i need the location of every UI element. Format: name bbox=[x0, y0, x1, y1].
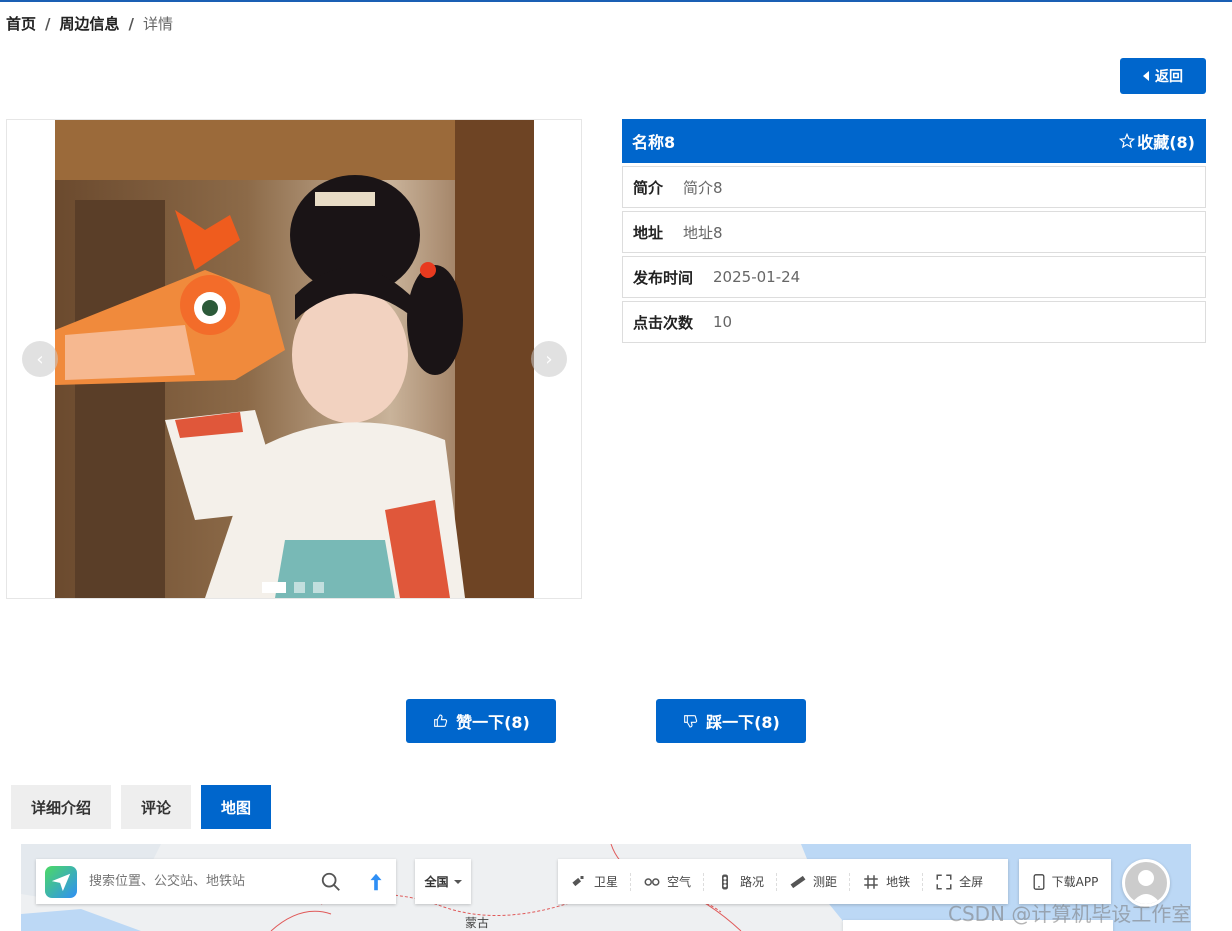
back-button-label: 返回 bbox=[1155, 69, 1183, 85]
thumbs-down-icon bbox=[684, 715, 698, 728]
tab-map[interactable]: 地图 bbox=[201, 785, 272, 829]
carousel-dot-3[interactable] bbox=[313, 582, 324, 593]
detail-header: 名称8 收藏(8) bbox=[622, 119, 1206, 163]
info-row-address: 地址 地址8 bbox=[622, 211, 1206, 253]
carousel-prev-button[interactable]: ‹ bbox=[22, 341, 58, 377]
back-button[interactable]: 返回 bbox=[1120, 58, 1206, 94]
dislike-label: 踩一下(8) bbox=[706, 713, 780, 732]
info-row-label: 简介 bbox=[633, 178, 664, 197]
region-selector[interactable]: 全国 bbox=[415, 859, 471, 904]
detail-title: 名称8 bbox=[632, 133, 676, 152]
tool-traffic[interactable]: 路况 bbox=[714, 872, 778, 891]
route-icon[interactable] bbox=[365, 871, 387, 893]
info-row-click-count: 点击次数 10 bbox=[622, 301, 1206, 343]
image-carousel: ‹ › bbox=[6, 119, 582, 599]
subway-icon bbox=[864, 874, 878, 889]
carousel-indicators bbox=[262, 582, 324, 593]
breadcrumb: 首页 / 周边信息 / 详情 bbox=[6, 13, 173, 34]
info-row-label: 点击次数 bbox=[633, 313, 694, 332]
detail-info-panel: 名称8 收藏(8) 简介 简介8 地址 地址8 发布时间 2025-01-24 … bbox=[622, 119, 1206, 343]
map-search-box bbox=[36, 859, 396, 904]
phone-icon bbox=[1033, 873, 1045, 890]
star-icon bbox=[1119, 133, 1136, 149]
map-place-label: 蒙古 bbox=[465, 916, 490, 930]
info-row-label: 发布时间 bbox=[633, 268, 694, 287]
tool-measure[interactable]: 测距 bbox=[787, 872, 851, 891]
tool-fullscreen[interactable]: 全屏 bbox=[933, 873, 995, 891]
woman-with-fish-lantern-photo bbox=[55, 120, 534, 598]
download-app-label: 下载APP bbox=[1051, 875, 1099, 889]
carousel-next-button[interactable]: › bbox=[531, 341, 567, 377]
favorite-button[interactable]: 收藏(8) bbox=[1119, 129, 1195, 153]
carousel-dot-1[interactable] bbox=[262, 582, 286, 593]
search-icon[interactable] bbox=[320, 871, 342, 893]
tool-subway[interactable]: 地铁 bbox=[860, 872, 924, 891]
breadcrumb-section[interactable]: 周边信息 bbox=[60, 13, 120, 34]
satellite-icon bbox=[572, 875, 584, 886]
info-row-value: 简介8 bbox=[683, 178, 723, 197]
tool-label: 卫星 bbox=[594, 875, 619, 889]
traffic-icon bbox=[722, 874, 729, 889]
tool-satellite[interactable]: 卫星 bbox=[568, 872, 632, 891]
breadcrumb-separator: / bbox=[128, 14, 134, 33]
region-label: 全国 bbox=[424, 875, 449, 889]
thumbs-up-icon bbox=[434, 714, 448, 727]
dislike-button[interactable]: 踩一下(8) bbox=[656, 699, 806, 743]
tool-label: 地铁 bbox=[886, 875, 911, 889]
like-button[interactable]: 赞一下(8) bbox=[406, 699, 556, 743]
watermark: CSDN @计算机毕设工作室 bbox=[948, 902, 1192, 926]
carousel-image bbox=[55, 120, 534, 598]
map-toolbar: 卫星 空气 路况 测距 地铁 全屏 bbox=[558, 859, 1008, 904]
map-app-logo bbox=[45, 865, 77, 898]
ruler-icon bbox=[790, 875, 806, 888]
info-row-label: 地址 bbox=[633, 223, 664, 242]
air-icon bbox=[644, 877, 660, 886]
tool-label: 空气 bbox=[667, 875, 692, 889]
tool-air[interactable]: 空气 bbox=[641, 872, 705, 891]
favorite-label: 收藏(8) bbox=[1137, 133, 1195, 152]
breadcrumb-separator: / bbox=[45, 14, 51, 33]
caret-down-icon bbox=[453, 879, 462, 884]
info-row-publish-time: 发布时间 2025-01-24 bbox=[622, 256, 1206, 298]
fullscreen-icon bbox=[936, 874, 952, 889]
tool-label: 测距 bbox=[813, 875, 838, 889]
tool-label: 路况 bbox=[740, 875, 765, 889]
caret-left-icon bbox=[1143, 71, 1149, 81]
breadcrumb-home[interactable]: 首页 bbox=[6, 13, 36, 34]
info-row-intro: 简介 简介8 bbox=[622, 166, 1206, 208]
info-row-value: 地址8 bbox=[683, 223, 723, 242]
map-search-input[interactable] bbox=[89, 874, 309, 889]
like-label: 赞一下(8) bbox=[456, 713, 530, 732]
info-row-value: 2025-01-24 bbox=[713, 268, 801, 286]
top-accent-line bbox=[0, 0, 1232, 2]
detail-tabs: 详细介绍 评论 地图 bbox=[11, 785, 272, 829]
tool-label: 全屏 bbox=[959, 875, 984, 889]
navigation-arrow-icon bbox=[51, 873, 71, 891]
carousel-dot-2[interactable] bbox=[294, 582, 305, 593]
breadcrumb-current: 详情 bbox=[143, 15, 174, 33]
info-row-value: 10 bbox=[713, 313, 733, 331]
tab-comments[interactable]: 评论 bbox=[121, 785, 192, 829]
tab-details[interactable]: 详细介绍 bbox=[11, 785, 112, 829]
